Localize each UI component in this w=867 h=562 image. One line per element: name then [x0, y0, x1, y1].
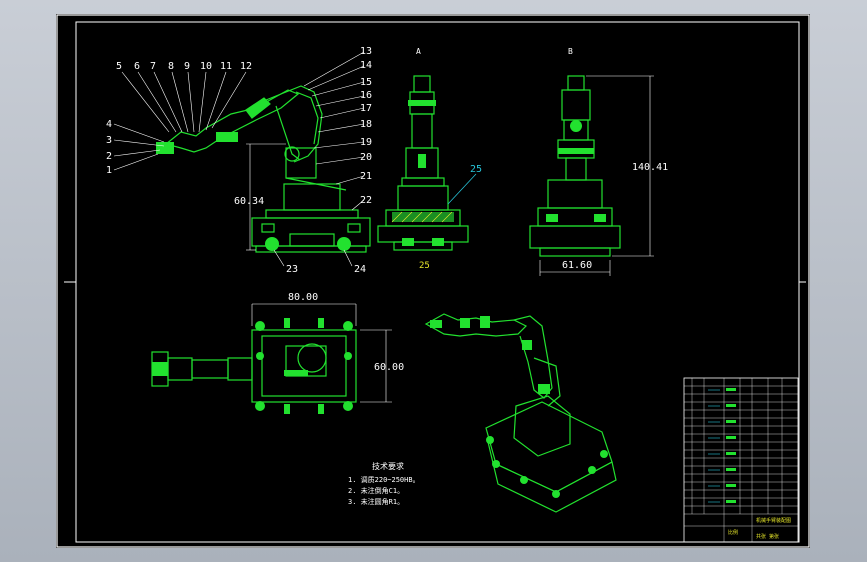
balloon-section-25: 25 [470, 164, 482, 175]
balloon-12: 12 [240, 61, 252, 72]
balloon-19: 19 [360, 137, 372, 148]
notes-line-2: 2. 未注倒角C1。 [348, 486, 404, 495]
balloon-3: 3 [106, 135, 112, 146]
dim-top-width: 80.00 [288, 292, 318, 303]
notes-line-1: 1. 调质220~250HB。 [348, 475, 420, 484]
balloon-11: 11 [220, 61, 232, 72]
section-view: 25 25 A [377, 47, 482, 271]
balloon-2: 2 [106, 151, 112, 162]
balloon-8: 8 [168, 61, 174, 72]
title-scale-cell: 比例 [728, 529, 738, 536]
balloon-5: 5 [116, 61, 122, 72]
balloon-9: 9 [184, 61, 190, 72]
dim-side-height: 140.41 [632, 162, 668, 173]
dim-side-width: 61.60 [562, 260, 592, 271]
section-mark-b: B [568, 47, 573, 56]
balloon-14: 14 [360, 60, 372, 71]
balloon-1: 1 [106, 165, 112, 176]
balloon-16: 16 [360, 90, 372, 101]
notes-heading: 技术要求 [372, 461, 404, 471]
balloon-18: 18 [360, 119, 372, 130]
dim-front-height: 60.34 [234, 196, 264, 207]
balloon-6: 6 [134, 61, 140, 72]
balloon-21: 21 [360, 171, 372, 182]
title-block: 机械手臂装配图 比例 共张 第张 [683, 377, 799, 543]
balloon-4: 4 [106, 119, 112, 130]
balloon-10: 10 [200, 61, 212, 72]
balloon-24: 24 [354, 264, 366, 275]
drawing-svg: 5 6 7 8 9 10 11 12 13 14 15 16 17 18 19 … [56, 14, 810, 548]
title-sheet-cell: 共张 第张 [756, 533, 779, 540]
section-mark-a: A [416, 47, 421, 56]
balloon-13: 13 [360, 46, 372, 57]
balloon-22: 22 [360, 195, 372, 206]
side-view: 140.41 61.60 B [529, 47, 668, 276]
label-section-bottom: 25 [419, 261, 430, 271]
balloon-7: 7 [150, 61, 156, 72]
balloon-20: 20 [360, 152, 372, 163]
outer-frame [56, 14, 810, 548]
inner-frame [75, 21, 800, 543]
title-name-cell: 机械手臂装配图 [756, 517, 791, 524]
balloon-17: 17 [360, 103, 372, 114]
dim-top-height: 60.00 [374, 362, 404, 373]
top-view: 80.00 60.00 [151, 292, 404, 414]
balloon-15: 15 [360, 77, 372, 88]
notes-line-3: 3. 未注圆角R1。 [348, 497, 404, 506]
technical-notes: 技术要求 1. 调质220~250HB。 2. 未注倒角C1。 3. 未注圆角R… [348, 461, 420, 506]
isometric-view [424, 313, 617, 513]
front-view: 5 6 7 8 9 10 11 12 13 14 15 16 17 18 19 … [106, 46, 372, 275]
balloon-23: 23 [286, 264, 298, 275]
cad-drawing-canvas: 5 6 7 8 9 10 11 12 13 14 15 16 17 18 19 … [56, 14, 810, 548]
